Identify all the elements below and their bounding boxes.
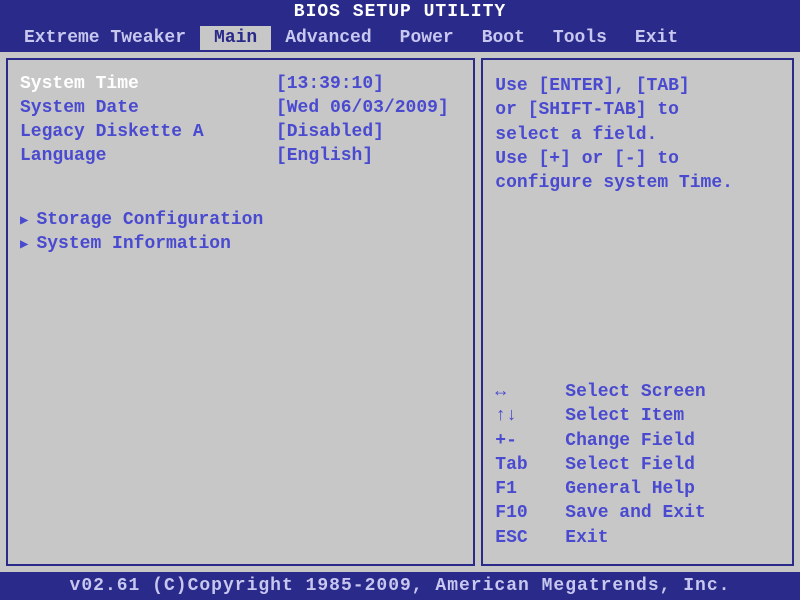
key-symbol: +- xyxy=(495,429,565,453)
help-line: configure system Time. xyxy=(495,171,780,195)
menu-power[interactable]: Power xyxy=(386,26,468,50)
submenu-label: Storage Configuration xyxy=(36,210,263,230)
menu-main[interactable]: Main xyxy=(200,26,271,50)
key-select-field: Tab Select Field xyxy=(495,453,780,477)
field-label: System Date xyxy=(20,98,276,118)
field-language[interactable]: Language [English] xyxy=(20,146,461,166)
key-symbol: Tab xyxy=(495,453,565,477)
help-panel: Use [ENTER], [TAB] or [SHIFT-TAB] to sel… xyxy=(481,58,794,566)
field-value: [13:39:10] xyxy=(276,74,461,94)
menu-bar: Extreme Tweaker Main Advanced Power Boot… xyxy=(0,24,800,52)
main-panel: System Time [13:39:10] System Date [Wed … xyxy=(6,58,475,566)
key-desc: Save and Exit xyxy=(565,501,705,525)
submenu-storage-configuration[interactable]: ▶ Storage Configuration xyxy=(20,210,461,230)
key-change-field: +- Change Field xyxy=(495,429,780,453)
help-line: Use [ENTER], [TAB] xyxy=(495,74,780,98)
help-key-legend: ↔ Select Screen ↑↓ Select Item +- Change… xyxy=(495,380,780,550)
key-save-exit: F10 Save and Exit xyxy=(495,501,780,525)
key-desc: Select Item xyxy=(565,404,684,428)
field-legacy-diskette[interactable]: Legacy Diskette A [Disabled] xyxy=(20,122,461,142)
key-desc: Select Screen xyxy=(565,380,705,404)
menu-exit[interactable]: Exit xyxy=(621,26,692,50)
help-text: Use [ENTER], [TAB] or [SHIFT-TAB] to sel… xyxy=(495,74,780,195)
field-label: Language xyxy=(20,146,276,166)
key-exit: ESC Exit xyxy=(495,526,780,550)
help-line: Use [+] or [-] to xyxy=(495,147,780,171)
field-system-time[interactable]: System Time [13:39:10] xyxy=(20,74,461,94)
triangle-right-icon: ▶ xyxy=(20,236,28,253)
field-system-date[interactable]: System Date [Wed 06/03/2009] xyxy=(20,98,461,118)
key-symbol: F10 xyxy=(495,501,565,525)
field-label: System Time xyxy=(20,74,276,94)
help-line: or [SHIFT-TAB] to xyxy=(495,98,780,122)
submenu-label: System Information xyxy=(36,234,230,254)
field-value: [English] xyxy=(276,146,461,166)
key-select-screen: ↔ Select Screen xyxy=(495,380,780,404)
key-desc: Select Field xyxy=(565,453,695,477)
help-line: select a field. xyxy=(495,123,780,147)
triangle-right-icon: ▶ xyxy=(20,212,28,229)
field-value: [Wed 06/03/2009] xyxy=(276,98,461,118)
key-desc: Change Field xyxy=(565,429,695,453)
title-text: BIOS SETUP UTILITY xyxy=(294,2,506,22)
key-desc: General Help xyxy=(565,477,695,501)
field-value: [Disabled] xyxy=(276,122,461,142)
menu-advanced[interactable]: Advanced xyxy=(271,26,385,50)
key-symbol: ESC xyxy=(495,526,565,550)
menu-boot[interactable]: Boot xyxy=(468,26,539,50)
menu-extreme-tweaker[interactable]: Extreme Tweaker xyxy=(10,26,200,50)
body-area: System Time [13:39:10] System Date [Wed … xyxy=(0,52,800,572)
footer-bar: v02.61 (C)Copyright 1985-2009, American … xyxy=(0,572,800,600)
field-label: Legacy Diskette A xyxy=(20,122,276,142)
title-bar: BIOS SETUP UTILITY xyxy=(0,0,800,24)
key-symbol: F1 xyxy=(495,477,565,501)
key-desc: Exit xyxy=(565,526,608,550)
footer-text: v02.61 (C)Copyright 1985-2009, American … xyxy=(70,576,731,596)
key-symbol: ↑↓ xyxy=(495,404,565,428)
submenu-system-information[interactable]: ▶ System Information xyxy=(20,234,461,254)
menu-tools[interactable]: Tools xyxy=(539,26,621,50)
key-symbol: ↔ xyxy=(495,380,565,404)
key-select-item: ↑↓ Select Item xyxy=(495,404,780,428)
key-general-help: F1 General Help xyxy=(495,477,780,501)
